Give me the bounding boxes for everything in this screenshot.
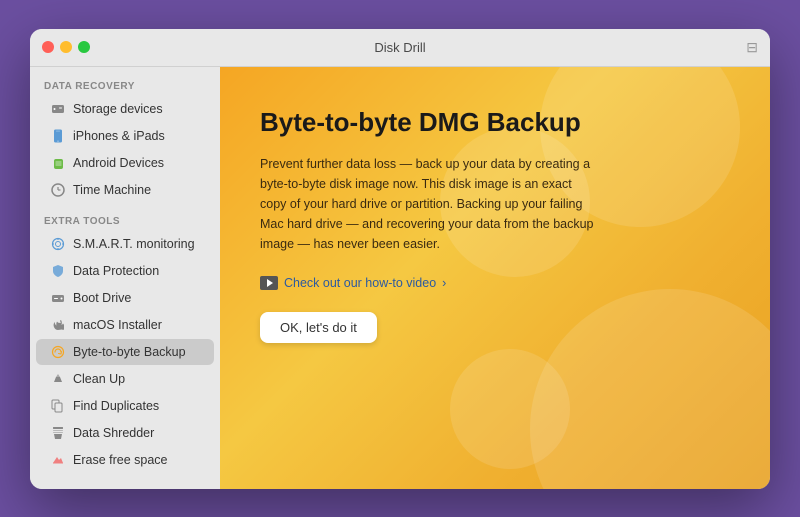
- extra-tools-section-label: Extra tools: [30, 216, 220, 227]
- clean-up-icon: [50, 371, 66, 387]
- sidebar-item-time-machine[interactable]: Time Machine: [36, 177, 214, 203]
- iphones-ipads-label: iPhones & iPads: [73, 129, 165, 143]
- storage-devices-label: Storage devices: [73, 102, 163, 116]
- find-duplicates-icon: [50, 398, 66, 414]
- byte-to-byte-backup-icon: [50, 344, 66, 360]
- data-shredder-icon: [50, 425, 66, 441]
- sidebar-item-macos-installer[interactable]: macOS Installer: [36, 312, 214, 338]
- data-protection-icon: [50, 263, 66, 279]
- sidebar-item-data-shredder[interactable]: Data Shredder: [36, 420, 214, 446]
- video-icon: [260, 276, 278, 290]
- main-panel: Byte-to-byte DMG Backup Prevent further …: [220, 67, 770, 489]
- minimize-button[interactable]: [60, 41, 72, 53]
- erase-free-space-icon: [50, 452, 66, 468]
- iphone-icon: [50, 128, 66, 144]
- macos-installer-icon: [50, 317, 66, 333]
- video-link[interactable]: Check out our how-to video ›: [260, 276, 446, 290]
- sidebar-item-android-devices[interactable]: Android Devices: [36, 150, 214, 176]
- sidebar-item-erase-free-space[interactable]: Erase free space: [36, 447, 214, 473]
- time-machine-label: Time Machine: [73, 183, 151, 197]
- arrow-icon: ›: [442, 276, 446, 290]
- boot-drive-icon: [50, 290, 66, 306]
- smart-monitoring-icon: [50, 236, 66, 252]
- byte-to-byte-backup-label: Byte-to-byte Backup: [73, 345, 186, 359]
- find-duplicates-label: Find Duplicates: [73, 399, 159, 413]
- sidebar-item-find-duplicates[interactable]: Find Duplicates: [36, 393, 214, 419]
- panel-description: Prevent further data loss — back up your…: [260, 154, 600, 254]
- sidebar-item-iphones-ipads[interactable]: iPhones & iPads: [36, 123, 214, 149]
- deco-circle-4: [450, 349, 570, 469]
- sidebar-item-storage-devices[interactable]: Storage devices: [36, 96, 214, 122]
- sidebar-item-data-protection[interactable]: Data Protection: [36, 258, 214, 284]
- traffic-lights: [42, 41, 90, 53]
- video-link-text: Check out our how-to video: [284, 276, 436, 290]
- clean-up-label: Clean Up: [73, 372, 125, 386]
- smart-monitoring-label: S.M.A.R.T. monitoring: [73, 237, 195, 251]
- cta-button[interactable]: OK, let's do it: [260, 312, 377, 343]
- time-machine-icon: [50, 182, 66, 198]
- data-shredder-label: Data Shredder: [73, 426, 154, 440]
- android-devices-label: Android Devices: [73, 156, 164, 170]
- data-protection-label: Data Protection: [73, 264, 159, 278]
- sidebar-item-smart-monitoring[interactable]: S.M.A.R.T. monitoring: [36, 231, 214, 257]
- sidebar-item-byte-to-byte-backup[interactable]: Byte-to-byte Backup: [36, 339, 214, 365]
- sidebar-item-clean-up[interactable]: Clean Up: [36, 366, 214, 392]
- window-title: Disk Drill: [374, 40, 425, 55]
- layout-icon: ⊟: [746, 39, 758, 56]
- maximize-button[interactable]: [78, 41, 90, 53]
- app-window: Disk Drill ⊟ Data Recovery Storage devic…: [30, 29, 770, 489]
- panel-title: Byte-to-byte DMG Backup: [260, 107, 730, 138]
- sidebar-item-boot-drive[interactable]: Boot Drive: [36, 285, 214, 311]
- boot-drive-label: Boot Drive: [73, 291, 131, 305]
- storage-devices-icon: [50, 101, 66, 117]
- android-icon: [50, 155, 66, 171]
- erase-free-space-label: Erase free space: [73, 453, 168, 467]
- main-content: Data Recovery Storage devices: [30, 67, 770, 489]
- sidebar: Data Recovery Storage devices: [30, 67, 220, 489]
- data-recovery-section-label: Data Recovery: [30, 81, 220, 92]
- close-button[interactable]: [42, 41, 54, 53]
- macos-installer-label: macOS Installer: [73, 318, 162, 332]
- titlebar: Disk Drill ⊟: [30, 29, 770, 67]
